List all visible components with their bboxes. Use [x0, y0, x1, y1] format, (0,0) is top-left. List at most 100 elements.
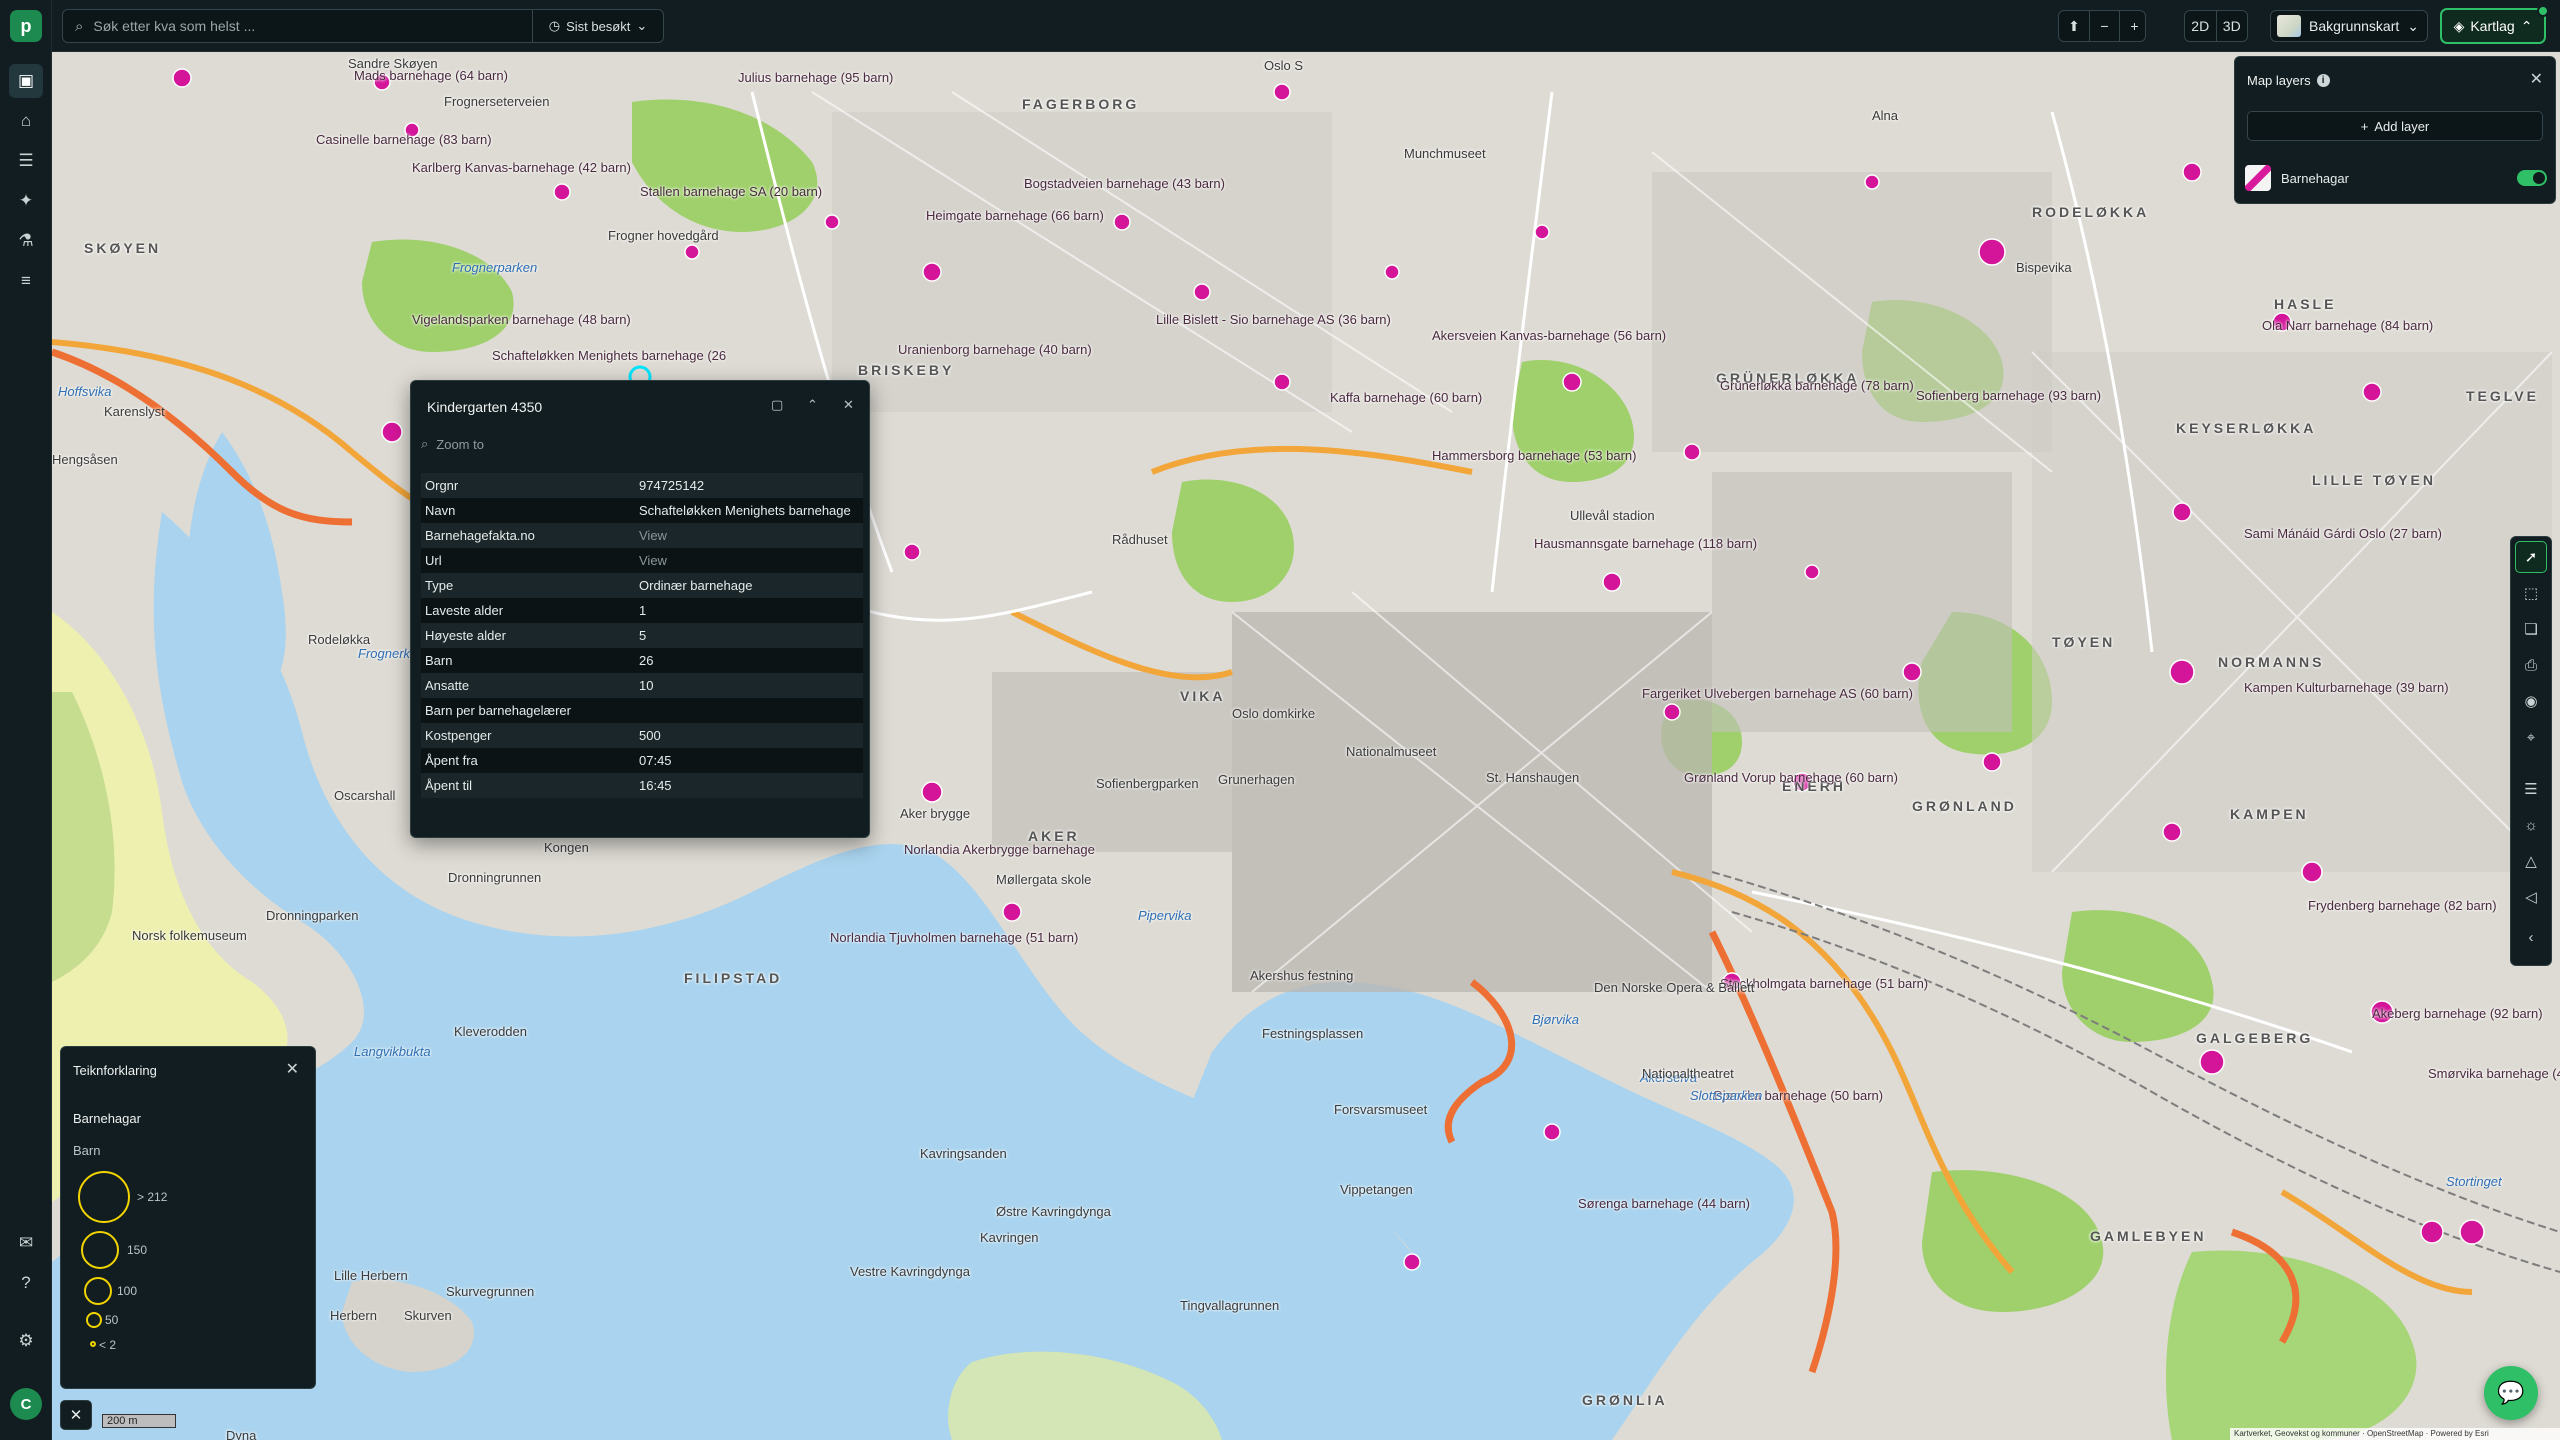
layers-panel-header: Map layers i — [2247, 73, 2330, 88]
scale-bar: 200 m — [102, 1414, 176, 1428]
kindergarten-label: Kaffa barnehage (60 barn) — [1330, 390, 1483, 405]
basemap-label: Bakgrunnskart — [2309, 18, 2400, 34]
table-row: Navn Schafteløkken Menighets barnehage — [421, 498, 863, 523]
info-icon[interactable]: i — [2316, 74, 2330, 87]
place-label: Hengsåsen — [52, 452, 118, 467]
layers-button[interactable]: ◈ Kartlag ⌃ — [2440, 5, 2549, 44]
table-row: Høyeste alder 5 — [421, 623, 863, 648]
feedback-icon[interactable]: ✉ — [9, 1226, 43, 1260]
filter-icon[interactable]: ≡ — [9, 264, 43, 298]
locate-icon[interactable]: ⌖ — [2515, 721, 2547, 753]
table-row: Barn 26 — [421, 648, 863, 673]
mode-2d-button[interactable]: 2D — [2185, 11, 2216, 41]
print-icon[interactable]: ⎙ — [2515, 649, 2547, 681]
kindergarten-label: Akeberg barnehage (92 barn) — [2372, 1006, 2543, 1021]
layer-name: Barnehagar — [2281, 170, 2349, 186]
search-box[interactable]: ⌕ — [62, 9, 542, 43]
sun-icon[interactable]: ☼ — [2515, 809, 2547, 841]
kindergarten-label: Akersveien Kanvas-barnehage (56 barn) — [1432, 328, 1667, 343]
measure-icon[interactable]: △ — [2515, 845, 2547, 877]
close-icon[interactable]: ✕ — [2530, 69, 2543, 89]
list-icon[interactable]: ☰ — [9, 144, 43, 178]
chevron-left-icon[interactable]: ‹ — [2515, 921, 2547, 953]
bookmark-icon[interactable]: ❏ — [2515, 613, 2547, 645]
district-label: KEYSERLØKKA — [2176, 420, 2317, 436]
district-label: GALGEBERG — [2196, 1030, 2314, 1046]
kindergarten-label: Casinelle barnehage (83 barn) — [316, 132, 492, 147]
popup-title: Kindergarten 4350 — [427, 399, 543, 415]
dock-icon[interactable]: ▢ — [771, 397, 783, 413]
layer-item[interactable]: Barnehagar — [2245, 163, 2547, 193]
basemap-dropdown[interactable]: Bakgrunnskart ⌄ — [2270, 10, 2428, 42]
district-label: HASLE — [2274, 296, 2337, 312]
attr-value: 10 — [635, 673, 863, 698]
legend-label: > 212 — [137, 1190, 168, 1204]
mode-3d-button[interactable]: 3D — [2215, 11, 2248, 41]
kindergarten-label: Norlandia Tjuvholmen barnehage (51 barn) — [830, 930, 1079, 945]
table-row: Barn per barnehagelærer — [421, 698, 863, 723]
camera-icon[interactable]: ◉ — [2515, 685, 2547, 717]
attr-key: Barnehagefakta.no — [421, 523, 635, 548]
legend-symbol — [84, 1277, 112, 1305]
district-label: SKØYEN — [84, 240, 162, 256]
district-label: TEGLVE — [2466, 388, 2539, 404]
flask-icon[interactable]: ⚗ — [9, 224, 43, 258]
search-input[interactable] — [93, 18, 514, 34]
close-icon[interactable]: ✕ — [843, 397, 854, 413]
close-icon[interactable]: ✕ — [286, 1059, 299, 1079]
attr-value: 26 — [635, 648, 863, 673]
zoom-out-button[interactable]: − — [2089, 11, 2119, 41]
attr-value: 07:45 — [635, 748, 863, 773]
attr-key: Url — [421, 548, 635, 573]
rectangle-select-icon[interactable]: ⬚ — [2515, 577, 2547, 609]
attr-key: Høyeste alder — [421, 623, 635, 648]
place-label: Hoffsvika — [58, 384, 112, 399]
settings-icon[interactable]: ⚙ — [9, 1324, 43, 1358]
close-button[interactable]: ✕ — [60, 1400, 92, 1430]
add-layer-button[interactable]: + Add layer — [2247, 111, 2543, 141]
district-label: BRISKEBY — [858, 362, 955, 378]
kindergarten-label: Bogstadveien barnehage (43 barn) — [1024, 176, 1225, 191]
attr-key: Barn — [421, 648, 635, 673]
attr-value — [635, 698, 863, 723]
kindergarten-label: Frydenberg barnehage (82 barn) — [2308, 898, 2497, 913]
top-bar: ⌕ ◷ Sist besøkt ⌄ ⬆ − + 2D 3D Bakgrunnsk… — [52, 0, 2560, 52]
navigation-icon[interactable]: ◁ — [2515, 881, 2547, 913]
ai-sparkle-icon[interactable]: ✦ — [9, 184, 43, 218]
table-row: Type Ordinær barnehage — [421, 573, 863, 598]
kindergarten-label: Heimgate barnehage (66 barn) — [926, 208, 1104, 223]
chat-button[interactable]: 💬 — [2484, 1366, 2538, 1420]
collapse-icon[interactable]: ⌃ — [807, 397, 818, 413]
place-label: Festningsplassen — [1262, 1026, 1364, 1041]
layers-stack-icon[interactable]: ☰ — [2515, 773, 2547, 805]
layer-visibility-toggle[interactable] — [2517, 170, 2547, 186]
search-icon: ⌕ — [75, 17, 84, 35]
app-logo[interactable]: p — [10, 10, 42, 42]
barnehagefakta-link[interactable]: View — [635, 523, 863, 548]
avatar[interactable]: C — [10, 1388, 42, 1420]
map-icon[interactable]: ▣ — [9, 64, 43, 98]
tag-icon[interactable]: ⌂ — [9, 104, 43, 138]
kindergarten-label: Karlberg Kanvas-barnehage (42 barn) — [412, 160, 631, 175]
place-label: Nationalmuseet — [1346, 744, 1437, 759]
basemap-thumbnail — [2277, 15, 2301, 37]
district-label: GRØNLIA — [1582, 1392, 1668, 1408]
kindergarten-label: Sørengа barnehage (44 barn) — [1578, 1196, 1751, 1211]
kindergarten-label: Julius barnehage (95 barn) — [738, 70, 894, 85]
table-row: Laveste alder 1 — [421, 598, 863, 623]
place-label: Rodeløkka — [308, 632, 371, 647]
district-label: RODELØKKA — [2032, 204, 2150, 220]
help-icon[interactable]: ? — [9, 1266, 43, 1300]
zoom-in-button[interactable]: + — [2119, 11, 2149, 41]
url-link[interactable]: View — [635, 548, 863, 573]
place-label: Oslo S — [1264, 58, 1304, 73]
zoom-to-button[interactable]: ⌕ Zoom to — [421, 431, 859, 457]
recent-dropdown[interactable]: ◷ Sist besøkt ⌄ — [532, 9, 664, 43]
kindergarten-label: Hausmannsgate barnehage (118 barn) — [1534, 536, 1758, 551]
legend-symbol — [78, 1171, 130, 1223]
clock-icon: ◷ — [548, 18, 561, 33]
district-label: NORMANNS — [2218, 654, 2325, 670]
table-row: Kostpenger 500 — [421, 723, 863, 748]
compass-icon[interactable]: ⬆ — [2059, 11, 2089, 41]
select-pointer-icon[interactable]: ➚ — [2515, 541, 2547, 573]
